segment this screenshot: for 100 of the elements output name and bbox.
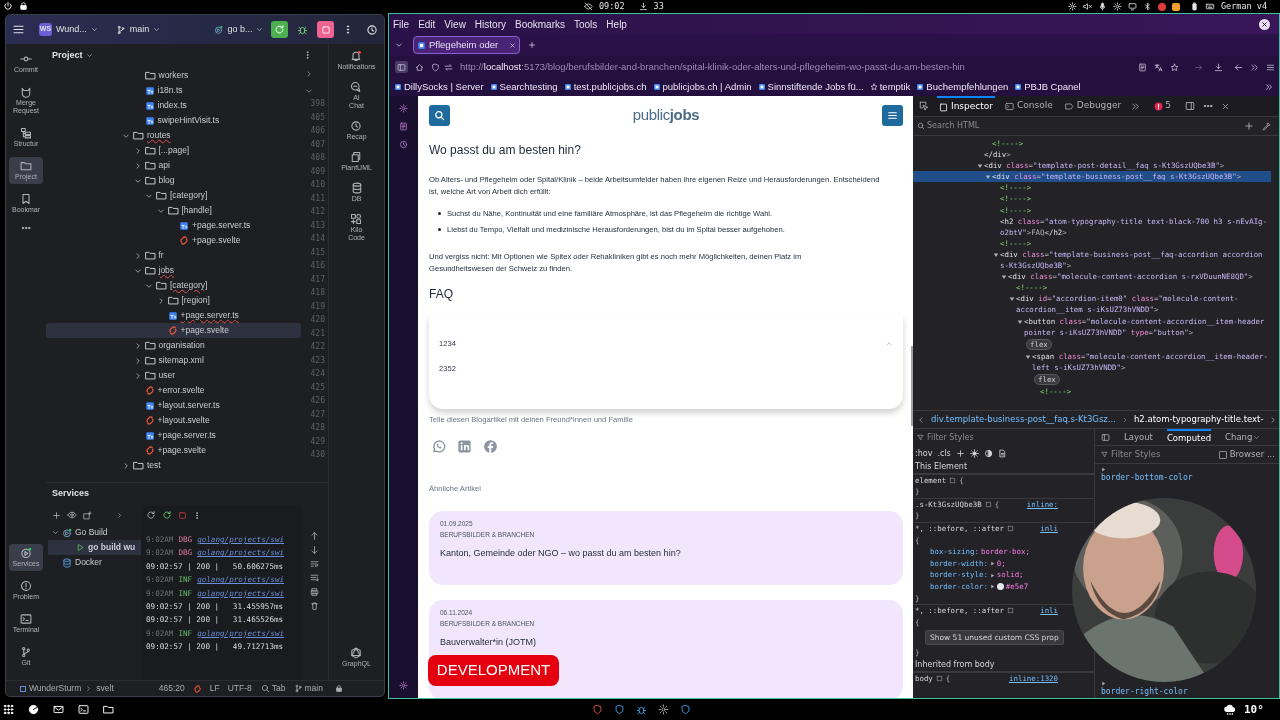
tree-item[interactable]: user: [46, 368, 301, 383]
tree-item[interactable]: [category]: [46, 188, 301, 203]
chevrons-right-icon[interactable]: [1250, 62, 1259, 72]
download-icon[interactable]: [1214, 62, 1223, 72]
back-icon[interactable]: [1234, 62, 1243, 72]
tree-item[interactable]: [handle]: [46, 203, 301, 218]
service-item[interactable]: Docker: [48, 555, 141, 570]
chevron-right-icon[interactable]: [305, 70, 313, 78]
menu-item[interactable]: Edit: [418, 16, 436, 32]
triangle-right-icon[interactable]: [1101, 467, 1106, 472]
up-arrow-icon[interactable]: [310, 531, 319, 541]
chevron-right-icon[interactable]: [133, 371, 142, 380]
triangle-right-icon[interactable]: [989, 572, 995, 578]
chevron-down-icon[interactable]: [122, 131, 130, 140]
chevron-down-icon[interactable]: [305, 87, 313, 95]
app-icon[interactable]: [680, 704, 691, 715]
tree-item[interactable]: swipeHintVisit.ts: [46, 113, 301, 128]
service-item[interactable]: Go Build: [48, 525, 141, 540]
eyedropper-icon[interactable]: [1262, 121, 1271, 131]
translate-icon[interactable]: [1154, 62, 1163, 72]
pseudo-toggle[interactable]: :hov: [915, 447, 933, 460]
new-tab-icon[interactable]: [528, 41, 536, 49]
stop-button[interactable]: [317, 21, 335, 38]
bookmark[interactable]: Searchtesting: [489, 79, 558, 95]
facebook-icon[interactable]: [483, 439, 498, 455]
app-grid-icon[interactable]: [3, 704, 14, 715]
bookmark[interactable]: Buchempfehlungen: [916, 79, 1009, 95]
menu-button[interactable]: [882, 105, 903, 126]
rerun-icon[interactable]: [146, 510, 156, 520]
cursor-position[interactable]: 465:20: [158, 682, 185, 695]
reader-icon[interactable]: [1138, 62, 1147, 72]
devtools-tab[interactable]: Chang: [1225, 429, 1253, 445]
bookmark[interactable]: publicjobs.ch | Admin: [652, 79, 752, 95]
triangle-down-icon[interactable]: [993, 251, 999, 258]
triangle-right-icon[interactable]: [989, 584, 995, 590]
tree-item[interactable]: organisation: [46, 338, 301, 353]
devtools-tab[interactable]: Inspector: [937, 95, 995, 117]
breadcrumb[interactable]: svelt: [96, 682, 114, 695]
breadcrumb[interactable]: h2.atom-typography-title.text-: [1133, 413, 1264, 426]
triangle-down-icon[interactable]: [1009, 296, 1015, 303]
tree-item[interactable]: +layout.svelte: [46, 413, 301, 428]
tree-item[interactable]: api: [46, 158, 301, 173]
computed-property[interactable]: border-bottom-color: [1101, 472, 1279, 484]
bookmark[interactable]: DillySocks | Server: [394, 79, 484, 95]
scrollbar[interactable]: [911, 346, 913, 426]
close-icon[interactable]: [1221, 101, 1230, 111]
devtools-tab[interactable]: Computed: [1166, 429, 1212, 445]
more-icon[interactable]: [193, 510, 201, 520]
menu-item[interactable]: Help: [606, 16, 627, 32]
down-arrow-icon[interactable]: [310, 545, 319, 555]
chevron-down-icon[interactable]: [133, 266, 142, 275]
close-button[interactable]: [1259, 19, 1270, 30]
shield-icon[interactable]: [592, 704, 603, 715]
error-counter[interactable]: 5: [1154, 99, 1171, 113]
chevron-right-icon[interactable]: [133, 356, 142, 365]
whatsapp-icon[interactable]: [431, 439, 446, 455]
service-item[interactable]: go build wu: [48, 540, 141, 555]
filter-field[interactable]: Filter Styles: [1111, 448, 1191, 461]
folder-icon[interactable]: [103, 704, 114, 715]
rerun-button[interactable]: [271, 21, 289, 38]
home-icon[interactable]: [415, 62, 424, 72]
chevron-down-icon[interactable]: [145, 191, 153, 200]
branch-name[interactable]: main: [304, 682, 323, 695]
linkedin-icon[interactable]: [457, 439, 472, 455]
tree-item[interactable]: +page.svelte: [46, 323, 301, 338]
bluetooth-icon[interactable]: [1143, 2, 1152, 11]
chevron-right-icon[interactable]: [133, 251, 142, 260]
print-icon[interactable]: [310, 587, 319, 597]
branch-selector[interactable]: main: [115, 22, 161, 37]
shield-icon[interactable]: [431, 62, 440, 72]
triangle-down-icon[interactable]: [1017, 318, 1023, 325]
color-swatch[interactable]: [996, 583, 1004, 591]
app-icon[interactable]: [636, 704, 647, 715]
chevron-down-icon[interactable]: [156, 206, 165, 215]
browser-styles-checkbox[interactable]: Browser ...: [1218, 448, 1275, 461]
app-icon[interactable]: [614, 704, 625, 715]
triangle-down-icon[interactable]: [1001, 274, 1007, 281]
triangle-down-icon[interactable]: [977, 163, 983, 170]
tree-item[interactable]: blog: [46, 173, 301, 188]
pseudo-toggle[interactable]: .cls: [937, 447, 951, 460]
computed-property[interactable]: border-right-color: [1101, 686, 1279, 698]
tree-item[interactable]: +page.server.ts: [46, 308, 301, 323]
chevron-down-icon[interactable]: [85, 52, 93, 59]
dark-theme-icon[interactable]: [983, 449, 993, 458]
tree-item[interactable]: sitemap.xml: [46, 353, 301, 368]
menu-icon[interactable]: [12, 23, 25, 36]
menu-item[interactable]: File: [393, 16, 410, 32]
devtools-tab[interactable]: Layout: [1124, 429, 1153, 445]
tree-item[interactable]: +page.svelte: [46, 233, 301, 248]
tree-item[interactable]: index.ts: [46, 98, 301, 113]
devtools-tab[interactable]: Debugger: [1062, 95, 1124, 117]
browser-tab[interactable]: Pflegeheim oder: [413, 36, 520, 54]
tree-item[interactable]: routes: [46, 128, 301, 143]
menu-item[interactable]: Bookmarks: [515, 16, 565, 32]
menu-item[interactable]: Tools: [574, 16, 598, 32]
breadcrumb[interactable]: WunderSturm: [29, 682, 82, 695]
mail-icon[interactable]: [53, 704, 64, 715]
menu-item[interactable]: History: [474, 16, 506, 32]
chevron-down-icon[interactable]: [145, 281, 153, 290]
panel-title[interactable]: Project: [52, 48, 83, 63]
